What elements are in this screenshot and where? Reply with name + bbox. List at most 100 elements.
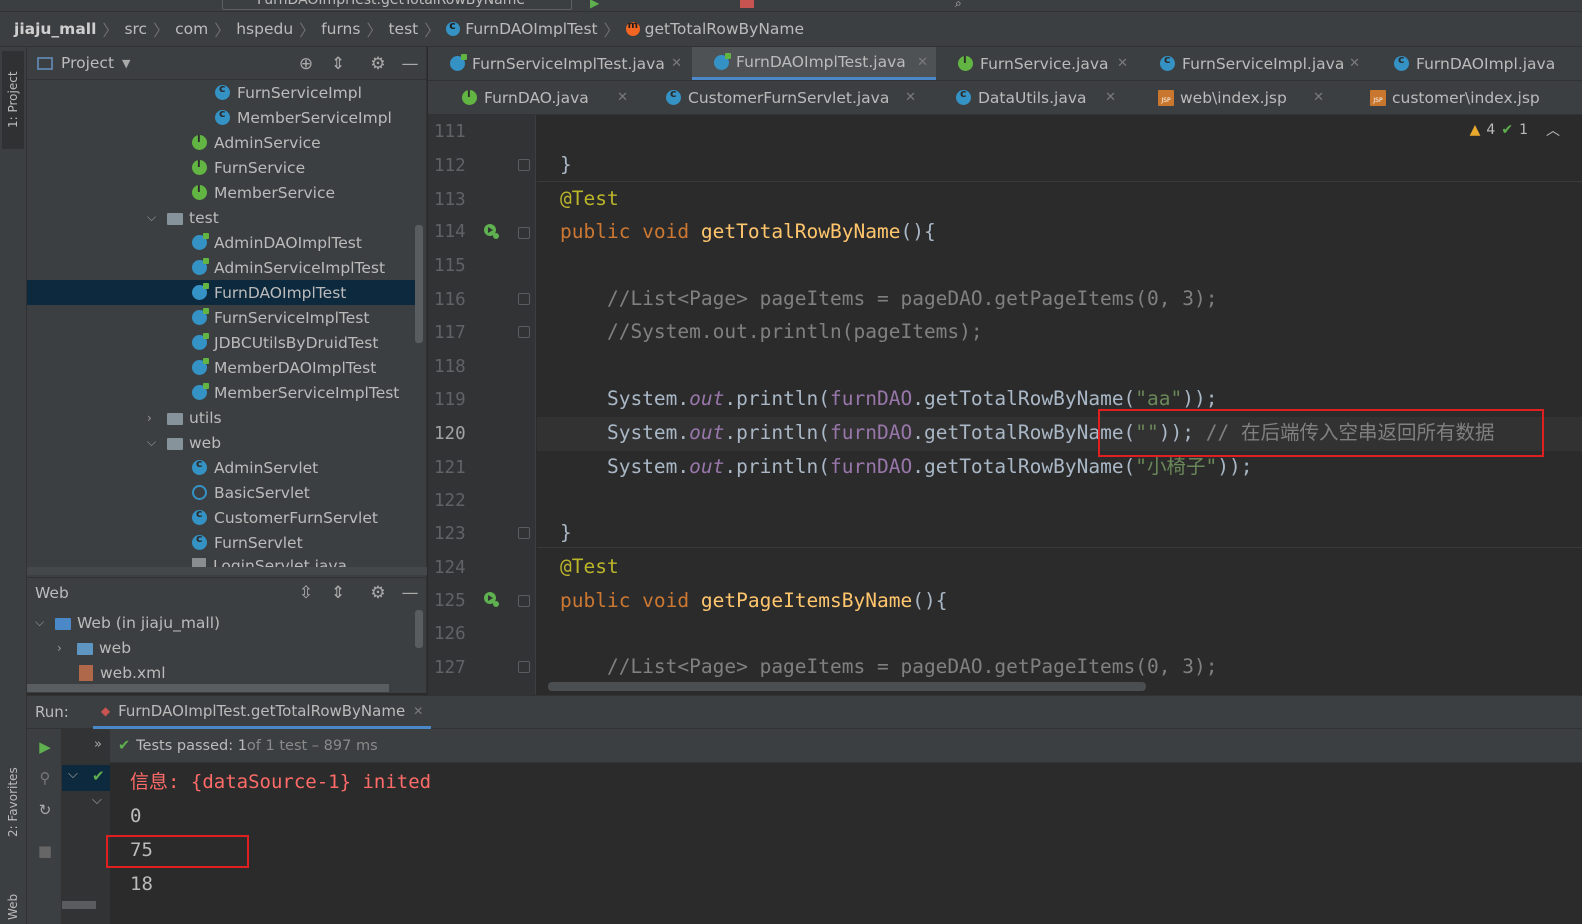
locate-icon[interactable]: ⊕ [297, 55, 315, 73]
tree-item[interactable]: MemberServiceImplTest [192, 380, 399, 405]
editor-tab[interactable]: FurnDAOImpl.java [1372, 47, 1582, 80]
editor-tab-active[interactable]: FurnDAOImplTest.java ✕ [692, 47, 936, 80]
close-icon[interactable]: ✕ [617, 90, 628, 105]
run-configuration-select[interactable]: FurnDAOImplTest.getTotalRowByName [222, 0, 572, 10]
breadcrumb-item[interactable]: furns [321, 20, 360, 38]
close-icon[interactable]: ✕ [413, 704, 423, 718]
breadcrumb-item[interactable]: hspedu [236, 20, 293, 38]
run-tab[interactable]: ◆ FurnDAOImplTest.getTotalRowByName ✕ [92, 696, 432, 729]
chevron-down-icon[interactable]: ⌵ [92, 793, 102, 808]
tree-item-selected[interactable]: FurnDAOImplTest [27, 280, 417, 305]
tree-item[interactable]: web.xml [79, 660, 166, 685]
editor-tab[interactable]: FurnService.java✕ [936, 47, 1136, 80]
tree-item[interactable]: FurnServiceImplTest [192, 305, 369, 330]
vertical-scrollbar[interactable] [415, 225, 423, 343]
tree-item[interactable]: JDBCUtilsByDruidTest [192, 330, 378, 355]
tree-folder[interactable]: ⌵ test [147, 205, 219, 230]
fold-marker-icon[interactable] [518, 326, 530, 338]
console-output[interactable]: 信息: {dataSource-1} inited 0 75 18 [110, 763, 1582, 924]
toggle-auto-test-icon[interactable]: ↻ [36, 801, 54, 819]
breadcrumb-item[interactable]: FurnDAOImplTest [446, 19, 598, 38]
rerun-failed-icon[interactable]: ⚲ [36, 769, 54, 787]
fold-marker-icon[interactable] [518, 227, 530, 239]
minimize-icon[interactable]: — [401, 584, 419, 602]
horizontal-scrollbar[interactable] [548, 682, 1146, 691]
project-view-select[interactable]: Project [61, 54, 114, 72]
editor-tab[interactable]: JSP web\index.jsp ✕ [1136, 81, 1332, 114]
search-icon[interactable]: ⌕ [955, 0, 969, 10]
tree-folder[interactable]: ⌵ web [147, 430, 221, 455]
horizontal-scrollbar[interactable] [62, 901, 96, 909]
breadcrumb-item[interactable]: com [175, 20, 208, 38]
breadcrumb-item[interactable]: getTotalRowByName [625, 20, 804, 38]
chevron-down-icon[interactable]: ▼ [122, 57, 130, 70]
favorites-tool-tab[interactable]: 2: Favorites [2, 727, 24, 877]
tree-item[interactable]: AdminDAOImplTest [192, 230, 362, 255]
chevron-down-icon[interactable]: ⌵ [68, 767, 78, 782]
run-test-icon[interactable] [482, 590, 500, 608]
chevron-down-icon[interactable]: ⌵ [147, 435, 159, 450]
tree-item[interactable]: FurnService [192, 155, 305, 180]
tree-item[interactable]: AdminService [192, 130, 321, 155]
close-icon[interactable]: ✕ [1105, 90, 1116, 105]
tree-folder[interactable]: › utils [147, 405, 222, 430]
tree-item[interactable]: BasicServlet [192, 480, 310, 505]
expand-all-icon[interactable]: ⇳ [297, 584, 315, 602]
close-icon[interactable]: ✕ [671, 56, 682, 71]
chevron-right-icon[interactable]: › [57, 641, 69, 655]
tree-item[interactable]: FurnServlet [192, 530, 303, 555]
editor-tab[interactable]: CustomerFurnServlet.java✕ [644, 81, 924, 114]
fold-marker-icon[interactable] [518, 595, 530, 607]
tree-item[interactable]: MemberServiceImpl [215, 105, 392, 130]
tree-item[interactable]: FurnServiceImpl [215, 80, 362, 105]
chevron-down-icon[interactable]: ⌵ [147, 210, 159, 225]
close-icon[interactable]: ✕ [1313, 90, 1324, 105]
editor-tab[interactable]: FurnDAO.java✕ [440, 81, 636, 114]
chevron-down-icon[interactable]: ⌵ [35, 615, 47, 630]
horizontal-scrollbar[interactable] [27, 684, 389, 692]
gear-icon[interactable]: ⚙ [369, 55, 387, 73]
fold-marker-icon[interactable] [518, 527, 530, 539]
gear-icon[interactable]: ⚙ [369, 584, 387, 602]
run-test-icon[interactable] [482, 222, 500, 240]
close-icon[interactable]: ✕ [917, 55, 928, 70]
tree-item[interactable]: AdminServiceImplTest [192, 255, 385, 280]
close-icon[interactable]: ✕ [1349, 56, 1360, 71]
fold-marker-icon[interactable] [518, 293, 530, 305]
expand-icon[interactable]: » [94, 737, 102, 752]
tree-folder[interactable]: ⌵ Web (in jiaju_mall) [35, 610, 220, 635]
editor-tab[interactable]: FurnServiceImpl.java✕ [1138, 47, 1368, 80]
breadcrumb-item[interactable]: jiaju_mall [14, 20, 96, 38]
vertical-scrollbar[interactable] [415, 610, 423, 648]
tree-folder[interactable]: › web [57, 635, 131, 660]
fold-marker-icon[interactable] [518, 159, 530, 171]
inspection-widget[interactable]: ▲ 4 ✔ 1 ︿ [1470, 120, 1560, 140]
collapse-all-icon[interactable]: ⇕ [329, 584, 347, 602]
project-tool-tab[interactable]: 1: Project [2, 51, 24, 149]
stop-icon[interactable]: ■ [36, 842, 54, 860]
editor-tab[interactable]: JSP customer\index.jsp [1348, 81, 1582, 114]
minimize-icon[interactable]: — [401, 55, 419, 73]
line-number: 124 [434, 558, 466, 578]
tree-item[interactable]: AdminServlet [192, 455, 318, 480]
run-icon[interactable]: ▶ [590, 0, 604, 10]
test-tree-root[interactable]: ⌵ ✔ [62, 765, 110, 791]
rerun-icon[interactable]: ▶ [36, 738, 54, 756]
breadcrumb-item[interactable]: test [388, 20, 418, 38]
web-tool-tab[interactable]: Web [2, 877, 24, 924]
code-editor[interactable]: } @Test public void getTotalRowByName(){… [537, 115, 1582, 695]
tree-item[interactable]: CustomerFurnServlet [192, 505, 378, 530]
fold-marker-icon[interactable] [518, 661, 530, 673]
close-icon[interactable]: ✕ [905, 90, 916, 105]
chevron-up-icon[interactable]: ︿ [1546, 120, 1560, 140]
editor-tab[interactable]: DataUtils.java✕ [934, 81, 1124, 114]
breadcrumb-item[interactable]: src [124, 20, 147, 38]
horizontal-scrollbar[interactable] [27, 567, 427, 575]
tree-item[interactable]: MemberService [192, 180, 335, 205]
stop-icon[interactable] [740, 0, 754, 8]
tree-item[interactable]: MemberDAOImplTest [192, 355, 376, 380]
editor-tab[interactable]: FurnServiceImplTest.java ✕ [428, 47, 690, 80]
close-icon[interactable]: ✕ [1117, 56, 1128, 71]
collapse-all-icon[interactable]: ⇕ [329, 55, 347, 73]
chevron-right-icon[interactable]: › [147, 411, 159, 425]
